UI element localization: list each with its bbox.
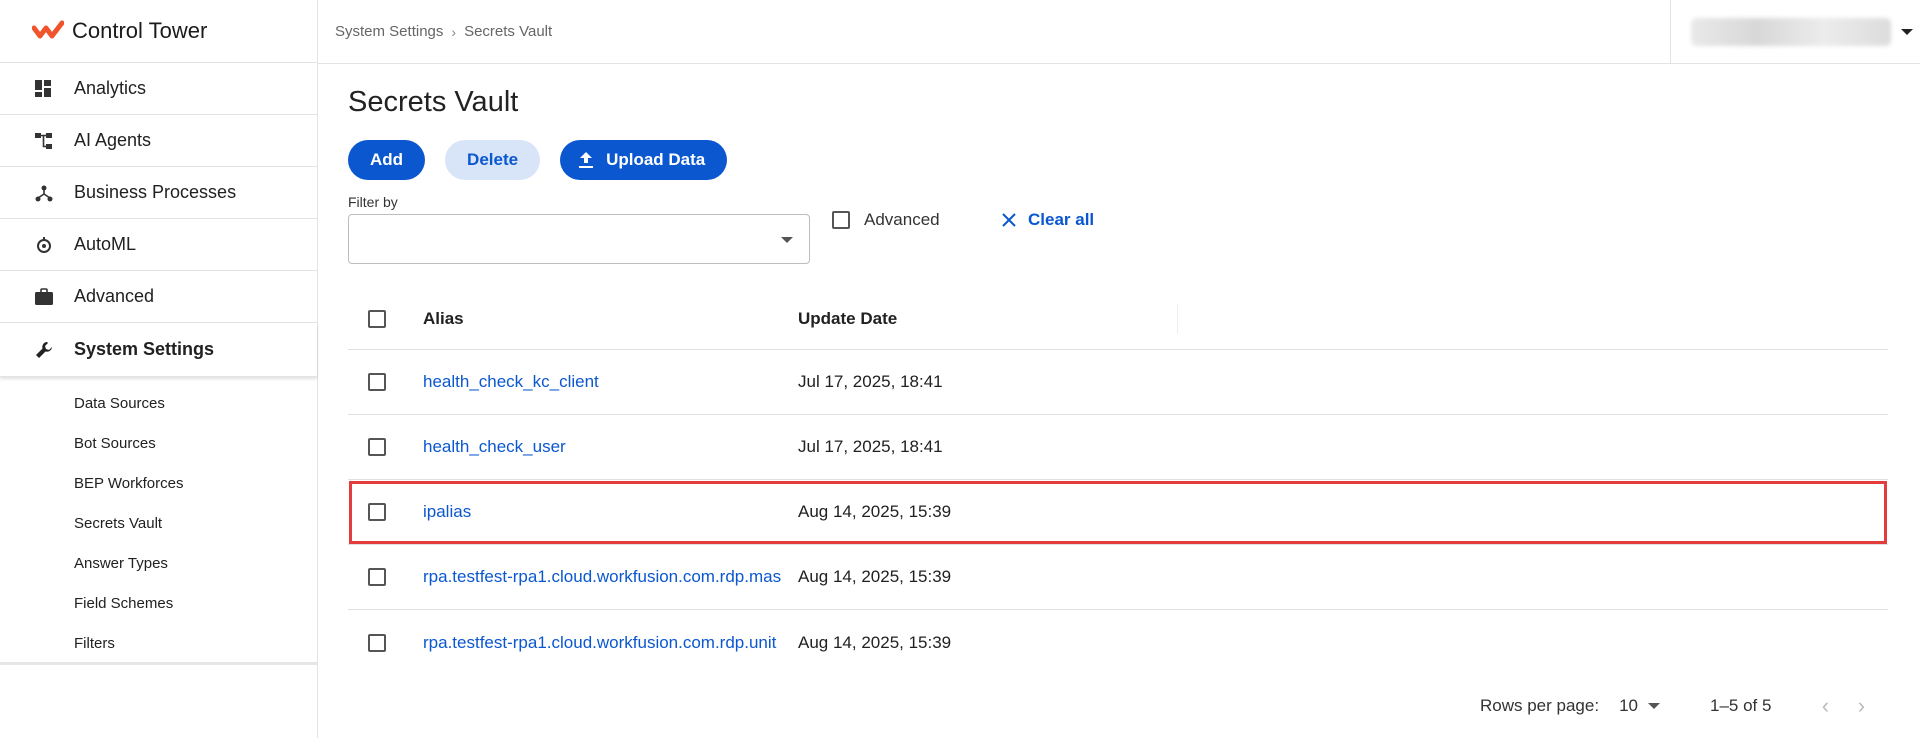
chevron-right-icon: › [451,23,457,40]
caret-down-icon [1648,703,1660,709]
sidebar-item-analytics[interactable]: Analytics [0,63,317,115]
table-row[interactable]: rpa.testfest-rpa1.cloud.workfusion.com.r… [348,545,1888,610]
brand[interactable]: Control Tower [0,0,317,63]
rows-per-page-label: Rows per page: [1480,696,1600,715]
sidebar-item-advanced[interactable]: Advanced [0,271,317,323]
column-header-update-date[interactable]: Update Date [798,303,1178,334]
upload-data-button[interactable]: Upload Data [560,140,728,180]
dashboard-icon [34,79,54,99]
automl-icon [34,235,54,255]
system-settings-subnav: Data Sources Bot Sources BEP Workforces … [0,377,317,663]
sidebar-item-business-processes[interactable]: Business Processes [0,167,317,219]
page-title: Secrets Vault [348,86,519,118]
clear-all-label: Clear all [1028,210,1095,229]
breadcrumb-parent[interactable]: System Settings [335,23,443,40]
secrets-table: Alias Update Date health_check_kc_client… [348,288,1888,675]
action-bar: Add Delete Upload Data [348,140,1888,180]
update-date: Aug 14, 2025, 15:39 [798,567,952,586]
pagination: Rows per page: 10 1–5 of 5 ‹ › [1480,693,1873,718]
select-all-checkbox[interactable] [368,309,386,328]
sidebar: Control Tower Analytics AI Agents Busine… [0,0,318,738]
table-row[interactable]: health_check_user Jul 17, 2025, 18:41 [348,415,1888,480]
row-checkbox[interactable] [368,503,386,521]
chevron-left-icon[interactable]: ‹ [1813,693,1837,718]
upload-data-label: Upload Data [606,150,706,169]
breadcrumb: System Settings › Secrets Vault [318,23,552,40]
filter-row: Filter by Advanced Clear all [348,194,1888,264]
breadcrumb-current: Secrets Vault [464,23,553,40]
clear-all-button[interactable]: Clear all [1002,210,1094,230]
process-icon [34,183,54,203]
sidebar-subitem-data-sources[interactable]: Data Sources [0,383,317,423]
alias-link[interactable]: rpa.testfest-rpa1.cloud.workfusion.com.r… [423,567,781,586]
sidebar-item-automl[interactable]: AutoML [0,219,317,271]
hierarchy-icon [34,131,54,151]
filter-label: Filter by [348,194,398,210]
update-date: Jul 17, 2025, 18:41 [798,372,943,391]
row-checkbox[interactable] [368,633,386,652]
row-checkbox[interactable] [368,373,386,391]
upload-icon [578,151,594,169]
main-content: Secrets Vault Add Delete Upload Data Fil… [348,64,1888,652]
sidebar-item-label: Analytics [74,78,147,98]
table-row[interactable]: rpa.testfest-rpa1.cloud.workfusion.com.r… [348,610,1888,675]
sidebar-item-ai-agents[interactable]: AI Agents [0,115,317,167]
sidebar-item-label: Advanced [74,286,155,306]
page-range: 1–5 of 5 [1710,696,1772,715]
update-date: Jul 17, 2025, 18:41 [798,437,943,456]
briefcase-icon [34,287,54,307]
sidebar-subitem-bep-workforces[interactable]: BEP Workforces [0,463,317,503]
app-title: Control Tower [72,18,208,43]
table-row[interactable]: health_check_kc_client Jul 17, 2025, 18:… [348,350,1888,415]
alias-link[interactable]: health_check_kc_client [423,372,599,391]
subnav-divider [0,662,318,668]
delete-button[interactable]: Delete [445,140,541,180]
table-header-row: Alias Update Date [348,288,1888,350]
sidebar-subitem-answer-types[interactable]: Answer Types [0,543,317,583]
sidebar-item-label: System Settings [74,339,215,359]
advanced-label: Advanced [864,210,940,229]
row-checkbox[interactable] [368,438,386,456]
sidebar-item-label: AI Agents [74,130,152,150]
alias-link[interactable]: rpa.testfest-rpa1.cloud.workfusion.com.r… [423,633,776,652]
row-checkbox[interactable] [368,568,386,586]
sidebar-subitem-bot-sources[interactable]: Bot Sources [0,423,317,463]
update-date: Aug 14, 2025, 15:39 [798,502,952,521]
alias-link[interactable]: health_check_user [423,437,566,456]
filter-select[interactable] [348,214,810,264]
rows-per-page-value: 10 [1619,696,1638,715]
top-bar: System Settings › Secrets Vault [318,0,1920,64]
caret-down-icon [781,237,793,243]
update-date: Aug 14, 2025, 15:39 [798,632,952,652]
rows-per-page-select[interactable]: 10 [1619,696,1660,716]
column-header-alias[interactable]: Alias [423,309,798,329]
table-row-highlighted[interactable]: ipalias Aug 14, 2025, 15:39 [348,480,1888,545]
sidebar-subitem-secrets-vault[interactable]: Secrets Vault [0,503,317,543]
sidebar-subitem-filters[interactable]: Filters [0,623,317,663]
advanced-toggle[interactable]: Advanced [832,210,940,230]
sidebar-item-system-settings[interactable]: System Settings [0,323,317,377]
alias-link[interactable]: ipalias [423,502,471,521]
chevron-right-icon[interactable]: › [1849,693,1873,718]
sidebar-item-label: AutoML [74,234,137,254]
add-button[interactable]: Add [348,140,426,180]
caret-down-icon [1901,29,1913,35]
advanced-checkbox[interactable] [832,211,850,229]
close-icon [1002,213,1016,227]
user-name-blurred [1691,18,1891,46]
wrench-icon [34,340,54,360]
user-menu[interactable] [1670,0,1920,64]
sidebar-item-label: Business Processes [74,182,237,202]
control-tower-logo-icon [32,20,64,39]
sidebar-subitem-field-schemes[interactable]: Field Schemes [0,583,317,623]
